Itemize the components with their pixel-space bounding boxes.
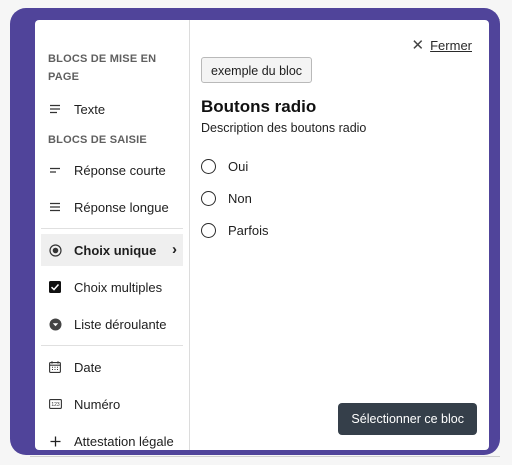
radio-circle-icon — [201, 191, 216, 206]
sidebar-item-choix-unique[interactable]: Choix unique › — [41, 234, 183, 266]
sidebar-item-attestation-legale[interactable]: Attestation légale — [41, 425, 183, 450]
text-lines-icon — [48, 102, 62, 116]
sidebar-item-choix-multiples[interactable]: Choix multiples — [41, 271, 183, 303]
sidebar-item-label: Choix unique — [74, 242, 157, 258]
svg-text:123: 123 — [51, 402, 60, 408]
sidebar-item-label: Réponse courte — [74, 162, 166, 178]
section-title-layout: BLOCS DE MISE EN PAGE — [48, 53, 157, 83]
sidebar-item-date[interactable]: Date — [41, 351, 183, 383]
radio-circle-icon — [201, 159, 216, 174]
sidebar-item-texte[interactable]: Texte — [41, 93, 183, 125]
block-picker-modal: BLOCS DE MISE EN PAGE Texte BLOCS DE SAI… — [35, 20, 489, 450]
short-lines-icon — [48, 163, 62, 177]
sidebar-item-reponse-longue[interactable]: Réponse longue — [41, 191, 183, 223]
sidebar-item-label: Liste déroulante — [74, 316, 167, 332]
checkbox-icon — [48, 280, 62, 294]
calendar-icon — [48, 360, 62, 374]
radio-option-oui[interactable]: Oui — [201, 159, 248, 174]
block-preview: exemple du bloc Boutons radio Descriptio… — [201, 20, 481, 450]
dropdown-icon — [48, 317, 62, 331]
long-lines-icon — [48, 200, 62, 214]
preview-description: Description des boutons radio — [201, 121, 367, 135]
background-rule — [30, 456, 500, 457]
sidebar-item-numero[interactable]: 123 Numéro — [41, 388, 183, 420]
chevron-right-icon: › — [172, 241, 177, 258]
sidebar-item-label: Réponse longue — [74, 199, 169, 215]
example-button[interactable]: exemple du bloc — [201, 57, 313, 83]
select-block-button[interactable]: Sélectionner ce bloc — [338, 403, 477, 435]
radio-option-non[interactable]: Non — [201, 191, 252, 206]
section-title-input: BLOCS DE SAISIE — [48, 134, 147, 146]
radio-option-label: Non — [228, 191, 252, 206]
plus-icon — [48, 434, 62, 448]
sidebar-item-label: Numéro — [74, 396, 121, 412]
radio-option-label: Oui — [228, 159, 249, 174]
radio-icon — [48, 243, 62, 257]
sidebar-divider — [41, 228, 183, 229]
sidebar-divider — [41, 345, 183, 346]
radio-option-label: Parfois — [228, 223, 269, 238]
sidebar-item-label: Attestation légale — [74, 433, 174, 449]
radio-option-parfois[interactable]: Parfois — [201, 223, 268, 238]
sidebar-item-reponse-courte[interactable]: Réponse courte — [41, 154, 183, 186]
sidebar-item-label: Texte — [74, 101, 106, 117]
sidebar-item-liste-deroulante[interactable]: Liste déroulante — [41, 308, 183, 340]
sidebar-item-label: Date — [74, 359, 102, 375]
block-sidebar: BLOCS DE MISE EN PAGE Texte BLOCS DE SAI… — [35, 20, 190, 450]
preview-title: Boutons radio — [201, 97, 317, 116]
sidebar-item-label: Choix multiples — [74, 279, 163, 295]
radio-circle-icon — [201, 223, 216, 238]
number-icon: 123 — [48, 397, 62, 411]
